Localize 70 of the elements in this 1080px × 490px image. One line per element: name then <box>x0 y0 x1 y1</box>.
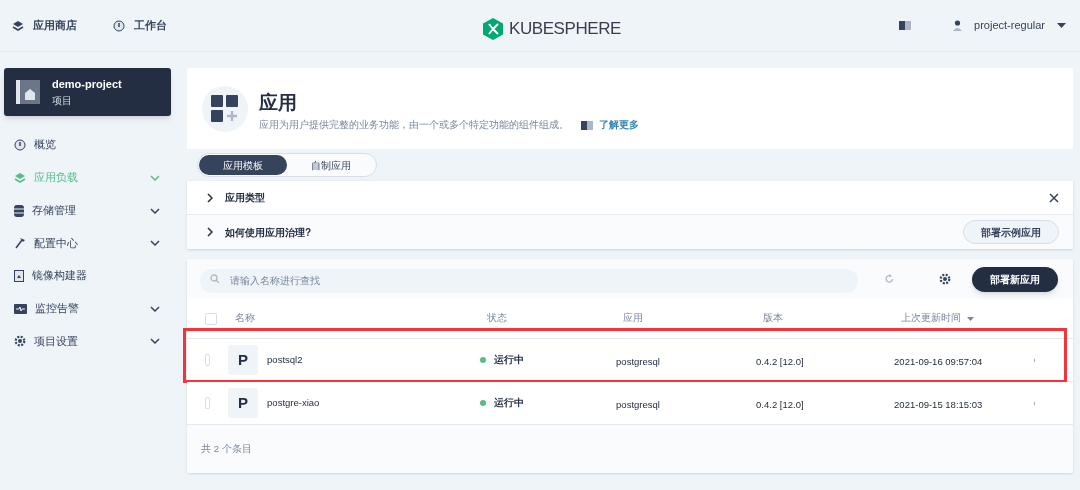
sidebar-item[interactable]: 概览 <box>0 129 180 162</box>
logo-text: KUBESPHERE <box>509 18 621 40</box>
tab[interactable]: 应用模板 <box>199 155 287 175</box>
chevron-down-icon[interactable] <box>150 207 160 214</box>
deploy-sample-button[interactable]: 部署示例应用 <box>963 220 1059 244</box>
database-icon <box>14 204 24 217</box>
sidebar-item[interactable]: 监控告警 <box>0 292 180 326</box>
logo-icon <box>483 17 503 40</box>
monitor-icon <box>14 303 27 314</box>
project-card[interactable]: demo-project 项目 <box>4 68 171 116</box>
select-all-checkbox[interactable] <box>205 312 217 325</box>
search-field[interactable]: 请输入名称进行查找 <box>200 268 858 293</box>
app-letter-icon: P <box>228 388 259 418</box>
row-checkbox[interactable] <box>205 354 211 366</box>
chevron-down-icon[interactable] <box>150 338 160 345</box>
page-title: 应用 <box>259 90 298 115</box>
search-icon <box>210 274 220 284</box>
column-header[interactable]: 名称 <box>235 311 255 326</box>
image-icon <box>14 270 24 283</box>
app-grid-icon <box>202 85 248 132</box>
column-header[interactable]: 版本 <box>763 311 783 326</box>
project-name: demo-project <box>52 77 122 93</box>
layers-icon <box>12 19 24 32</box>
sidebar-item[interactable]: 镜像构建器 <box>0 259 180 293</box>
column-header[interactable]: 上次更新时间 <box>901 311 961 326</box>
sort-caret-icon[interactable] <box>967 316 974 321</box>
book-icon[interactable] <box>899 21 912 30</box>
app-name[interactable]: postsql2 <box>267 352 303 368</box>
close-icon[interactable] <box>1049 192 1059 203</box>
user-icon <box>953 20 963 31</box>
table-cell: postgresql <box>616 356 660 367</box>
tab[interactable]: 自制应用 <box>287 155 375 175</box>
sidebar-item[interactable]: 项目设置 <box>0 325 180 358</box>
sidebar-item[interactable]: 配置中心 <box>0 227 180 260</box>
total-count: 共 2 个条目 <box>201 441 252 456</box>
column-header[interactable]: 状态 <box>487 311 507 326</box>
table-cell: postgresql <box>616 399 660 410</box>
app-name[interactable]: postgre-xiao <box>267 395 320 411</box>
status-text: 运行中 <box>494 395 525 410</box>
project-icon <box>16 80 40 104</box>
chevron-down-icon[interactable] <box>150 240 160 247</box>
chevron-down-icon[interactable] <box>150 305 160 312</box>
dial-icon <box>113 19 125 32</box>
app-letter-icon: P <box>228 345 259 375</box>
hammer-icon <box>14 237 26 250</box>
table-cell: 2021-09-15 18:15:03 <box>894 399 983 410</box>
dial-icon <box>14 139 26 152</box>
table-cell: 0.4.2 [12.0] <box>756 399 804 410</box>
table-cell: 2021-09-16 09:57:04 <box>894 356 983 367</box>
learn-more-link[interactable]: 了解更多 <box>599 118 639 133</box>
panel-item-title[interactable]: 应用类型 <box>225 190 265 205</box>
status-text: 运行中 <box>494 352 525 367</box>
deploy-new-app-button[interactable]: 部署新应用 <box>972 266 1058 292</box>
panel-item-title[interactable]: 如何使用应用治理? <box>225 224 312 240</box>
nav-link[interactable]: 工作台 <box>134 17 167 34</box>
book-icon <box>581 120 593 130</box>
layers-icon <box>14 172 26 185</box>
settings-icon <box>14 335 26 348</box>
user-name[interactable]: project-regular <box>974 17 1045 34</box>
chevron-right-icon[interactable] <box>207 227 213 237</box>
table-cell: 0.4.2 [12.0] <box>756 356 804 367</box>
caret-icon[interactable] <box>1057 23 1066 28</box>
nav-link[interactable]: 应用商店 <box>33 17 77 34</box>
chevron-right-icon[interactable] <box>207 192 213 203</box>
page-description: 应用为用户提供完整的业务功能，由一个或多个特定功能的组件组成。 <box>259 118 569 133</box>
sidebar-item[interactable]: 存储管理 <box>0 194 180 228</box>
row-checkbox[interactable] <box>205 397 211 409</box>
column-header[interactable]: 应用 <box>623 311 643 326</box>
project-kind: 项目 <box>52 93 73 108</box>
settings-icon <box>939 273 951 285</box>
